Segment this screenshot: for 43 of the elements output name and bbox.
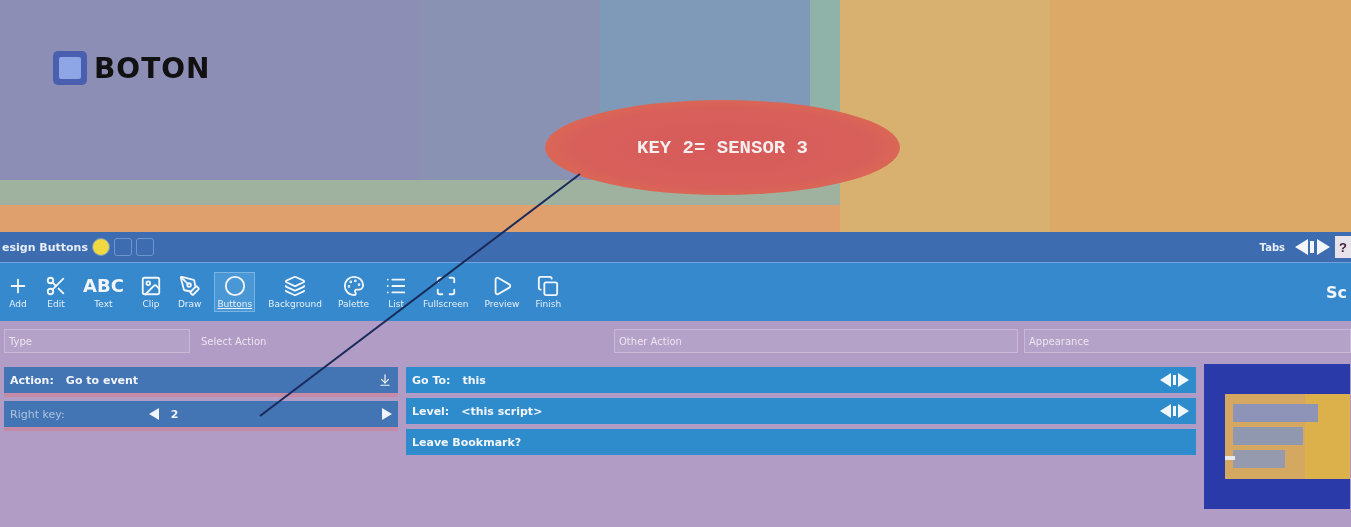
- toolbar-button[interactable]: List: [382, 272, 411, 312]
- clip-icon: [139, 275, 162, 297]
- buttons-icon: [223, 275, 246, 297]
- section-header: Appearance: [1024, 329, 1351, 353]
- section-header: Other Action: [614, 329, 1018, 353]
- toolbar-button[interactable]: Edit: [42, 272, 70, 312]
- toolbar-button[interactable]: Background: [265, 272, 325, 312]
- toolbar-button[interactable]: ABC Text: [80, 272, 127, 312]
- toolbar-button[interactable]: Palette: [334, 272, 373, 312]
- left-arrow-icon[interactable]: [148, 408, 159, 420]
- finish-icon: [537, 275, 560, 297]
- section-header: Type: [4, 329, 190, 353]
- panel-title: esign Buttons: [2, 240, 88, 254]
- row-value: this: [462, 373, 486, 387]
- option-row[interactable]: Leave Bookmark?: [406, 429, 1196, 455]
- help-button[interactable]: ?: [1335, 236, 1351, 258]
- logo-text: BOTON: [94, 51, 211, 85]
- row-value: <this script>: [461, 404, 543, 418]
- stepper-arrows-icon[interactable]: [1160, 404, 1190, 418]
- option-row[interactable]: Go To: this: [406, 367, 1196, 393]
- row-value: 2: [170, 407, 179, 421]
- toolbar-label: Sc: [1326, 282, 1347, 302]
- toolbar-button[interactable]: Add: [4, 272, 32, 312]
- toolbar-button[interactable]: Clip: [136, 272, 165, 312]
- stepper-arrows-icon[interactable]: [1160, 373, 1190, 387]
- option-row[interactable]: Level: <this script>: [406, 398, 1196, 424]
- section-header: Select Action: [200, 334, 268, 349]
- logo-icon: [52, 50, 88, 86]
- fullscreen-icon: [434, 275, 457, 297]
- draw-icon: [178, 275, 201, 297]
- toolbar-button[interactable]: Draw: [174, 272, 205, 312]
- toolbar-button[interactable]: Preview: [481, 272, 523, 312]
- toolbar-button[interactable]: Finish: [532, 272, 565, 312]
- tabs-label[interactable]: Tabs: [1259, 241, 1285, 253]
- dropdown-icon[interactable]: [378, 373, 392, 387]
- right-arrow-icon[interactable]: [382, 408, 392, 420]
- background-icon: [284, 275, 307, 297]
- stepper-arrows-icon[interactable]: [1295, 239, 1331, 255]
- toolbar-button[interactable]: Buttons: [214, 272, 256, 312]
- edit-icon: [45, 275, 67, 297]
- palette-icon: [342, 275, 365, 297]
- toolbar-button[interactable]: Fullscreen: [420, 272, 472, 312]
- row-value: Go to event: [65, 373, 139, 387]
